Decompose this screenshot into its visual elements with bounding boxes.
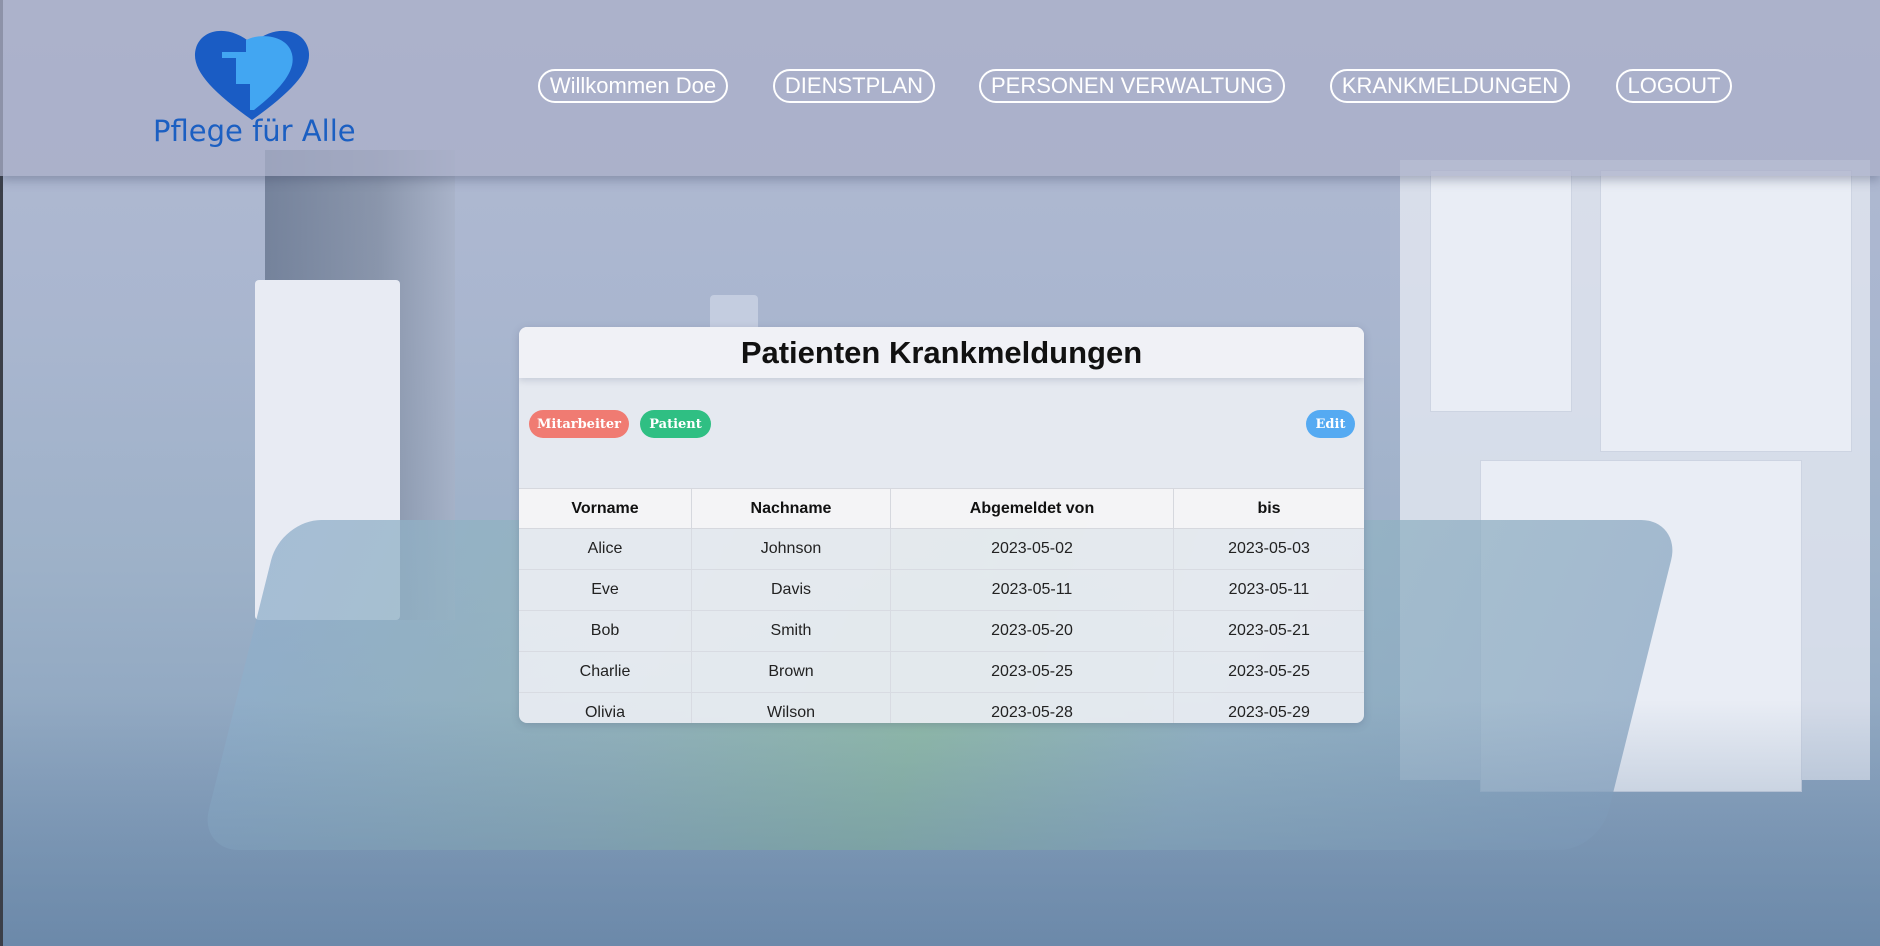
table-row[interactable]: Alice Johnson 2023-05-02 2023-05-03 (519, 528, 1364, 570)
table-row[interactable]: Eve Davis 2023-05-11 2023-05-11 (519, 569, 1364, 611)
table-row[interactable]: Bob Smith 2023-05-20 2023-05-21 (519, 610, 1364, 652)
cell-nachname: Davis (691, 569, 891, 611)
table-header-row: Vorname Nachname Abgemeldet von bis (519, 488, 1364, 529)
table-row[interactable]: Olivia Wilson 2023-05-28 2023-05-29 (519, 692, 1364, 723)
cell-bis: 2023-05-29 (1228, 704, 1310, 721)
nav-logout-button[interactable]: LOGOUT (1616, 69, 1732, 103)
cell-vorname: Charlie (519, 651, 692, 693)
nav-dienstplan-button[interactable]: DIENSTPLAN (773, 69, 935, 103)
background-floor (0, 700, 1880, 946)
cell-von: 2023-05-28 (890, 692, 1174, 723)
sick-notes-card: Patienten Krankmeldungen Mitarbeiter Pat… (519, 327, 1364, 723)
cell-bis: 2023-05-03 (1173, 528, 1364, 570)
filter-mitarbeiter-button[interactable]: Mitarbeiter (529, 410, 629, 438)
cell-vorname: Eve (519, 569, 692, 611)
column-header-abgemeldet-von[interactable]: Abgemeldet von (890, 488, 1174, 529)
background-shelf-cell (1600, 170, 1852, 452)
cell-vorname: Bob (519, 610, 692, 652)
filter-patient-button[interactable]: Patient (640, 410, 711, 438)
site-header: Pflege für Alle Willkommen Doe DIENSTPLA… (0, 0, 1880, 176)
cell-von: 2023-05-11 (890, 569, 1174, 611)
sick-notes-table: Vorname Nachname Abgemeldet von bis Alic… (519, 488, 1364, 723)
cell-nachname: Brown (691, 651, 891, 693)
edit-button[interactable]: Edit (1306, 410, 1355, 438)
cell-nachname: Smith (691, 610, 891, 652)
nav-krankmeldungen-button[interactable]: KRANKMELDUNGEN (1330, 69, 1570, 103)
cell-bis: 2023-05-25 (1173, 651, 1364, 693)
page-title: Patienten Krankmeldungen (740, 334, 1143, 370)
cell-vorname: Olivia (519, 692, 692, 723)
nav-welcome-button[interactable]: Willkommen Doe (538, 69, 728, 103)
background-shelf-cell (1430, 170, 1572, 412)
card-header: Patienten Krankmeldungen (519, 327, 1364, 378)
cell-von: 2023-05-20 (890, 610, 1174, 652)
brand-name: Pflege für Alle (153, 114, 356, 148)
column-header-nachname[interactable]: Nachname (691, 488, 891, 529)
cell-von: 2023-05-25 (890, 651, 1174, 693)
cell-nachname: Wilson (691, 692, 891, 723)
cell-nachname: Johnson (691, 528, 891, 570)
nav-personen-verwaltung-button[interactable]: PERSONEN VERWALTUNG (979, 69, 1285, 103)
cell-bis: 2023-05-11 (1173, 569, 1364, 611)
column-header-vorname[interactable]: Vorname (519, 488, 692, 529)
column-header-bis[interactable]: bis (1173, 488, 1364, 529)
cell-bis: 2023-05-21 (1173, 610, 1364, 652)
cell-vorname: Alice (519, 528, 692, 570)
cell-von: 2023-05-02 (890, 528, 1174, 570)
table-row[interactable]: Charlie Brown 2023-05-25 2023-05-25 (519, 651, 1364, 693)
